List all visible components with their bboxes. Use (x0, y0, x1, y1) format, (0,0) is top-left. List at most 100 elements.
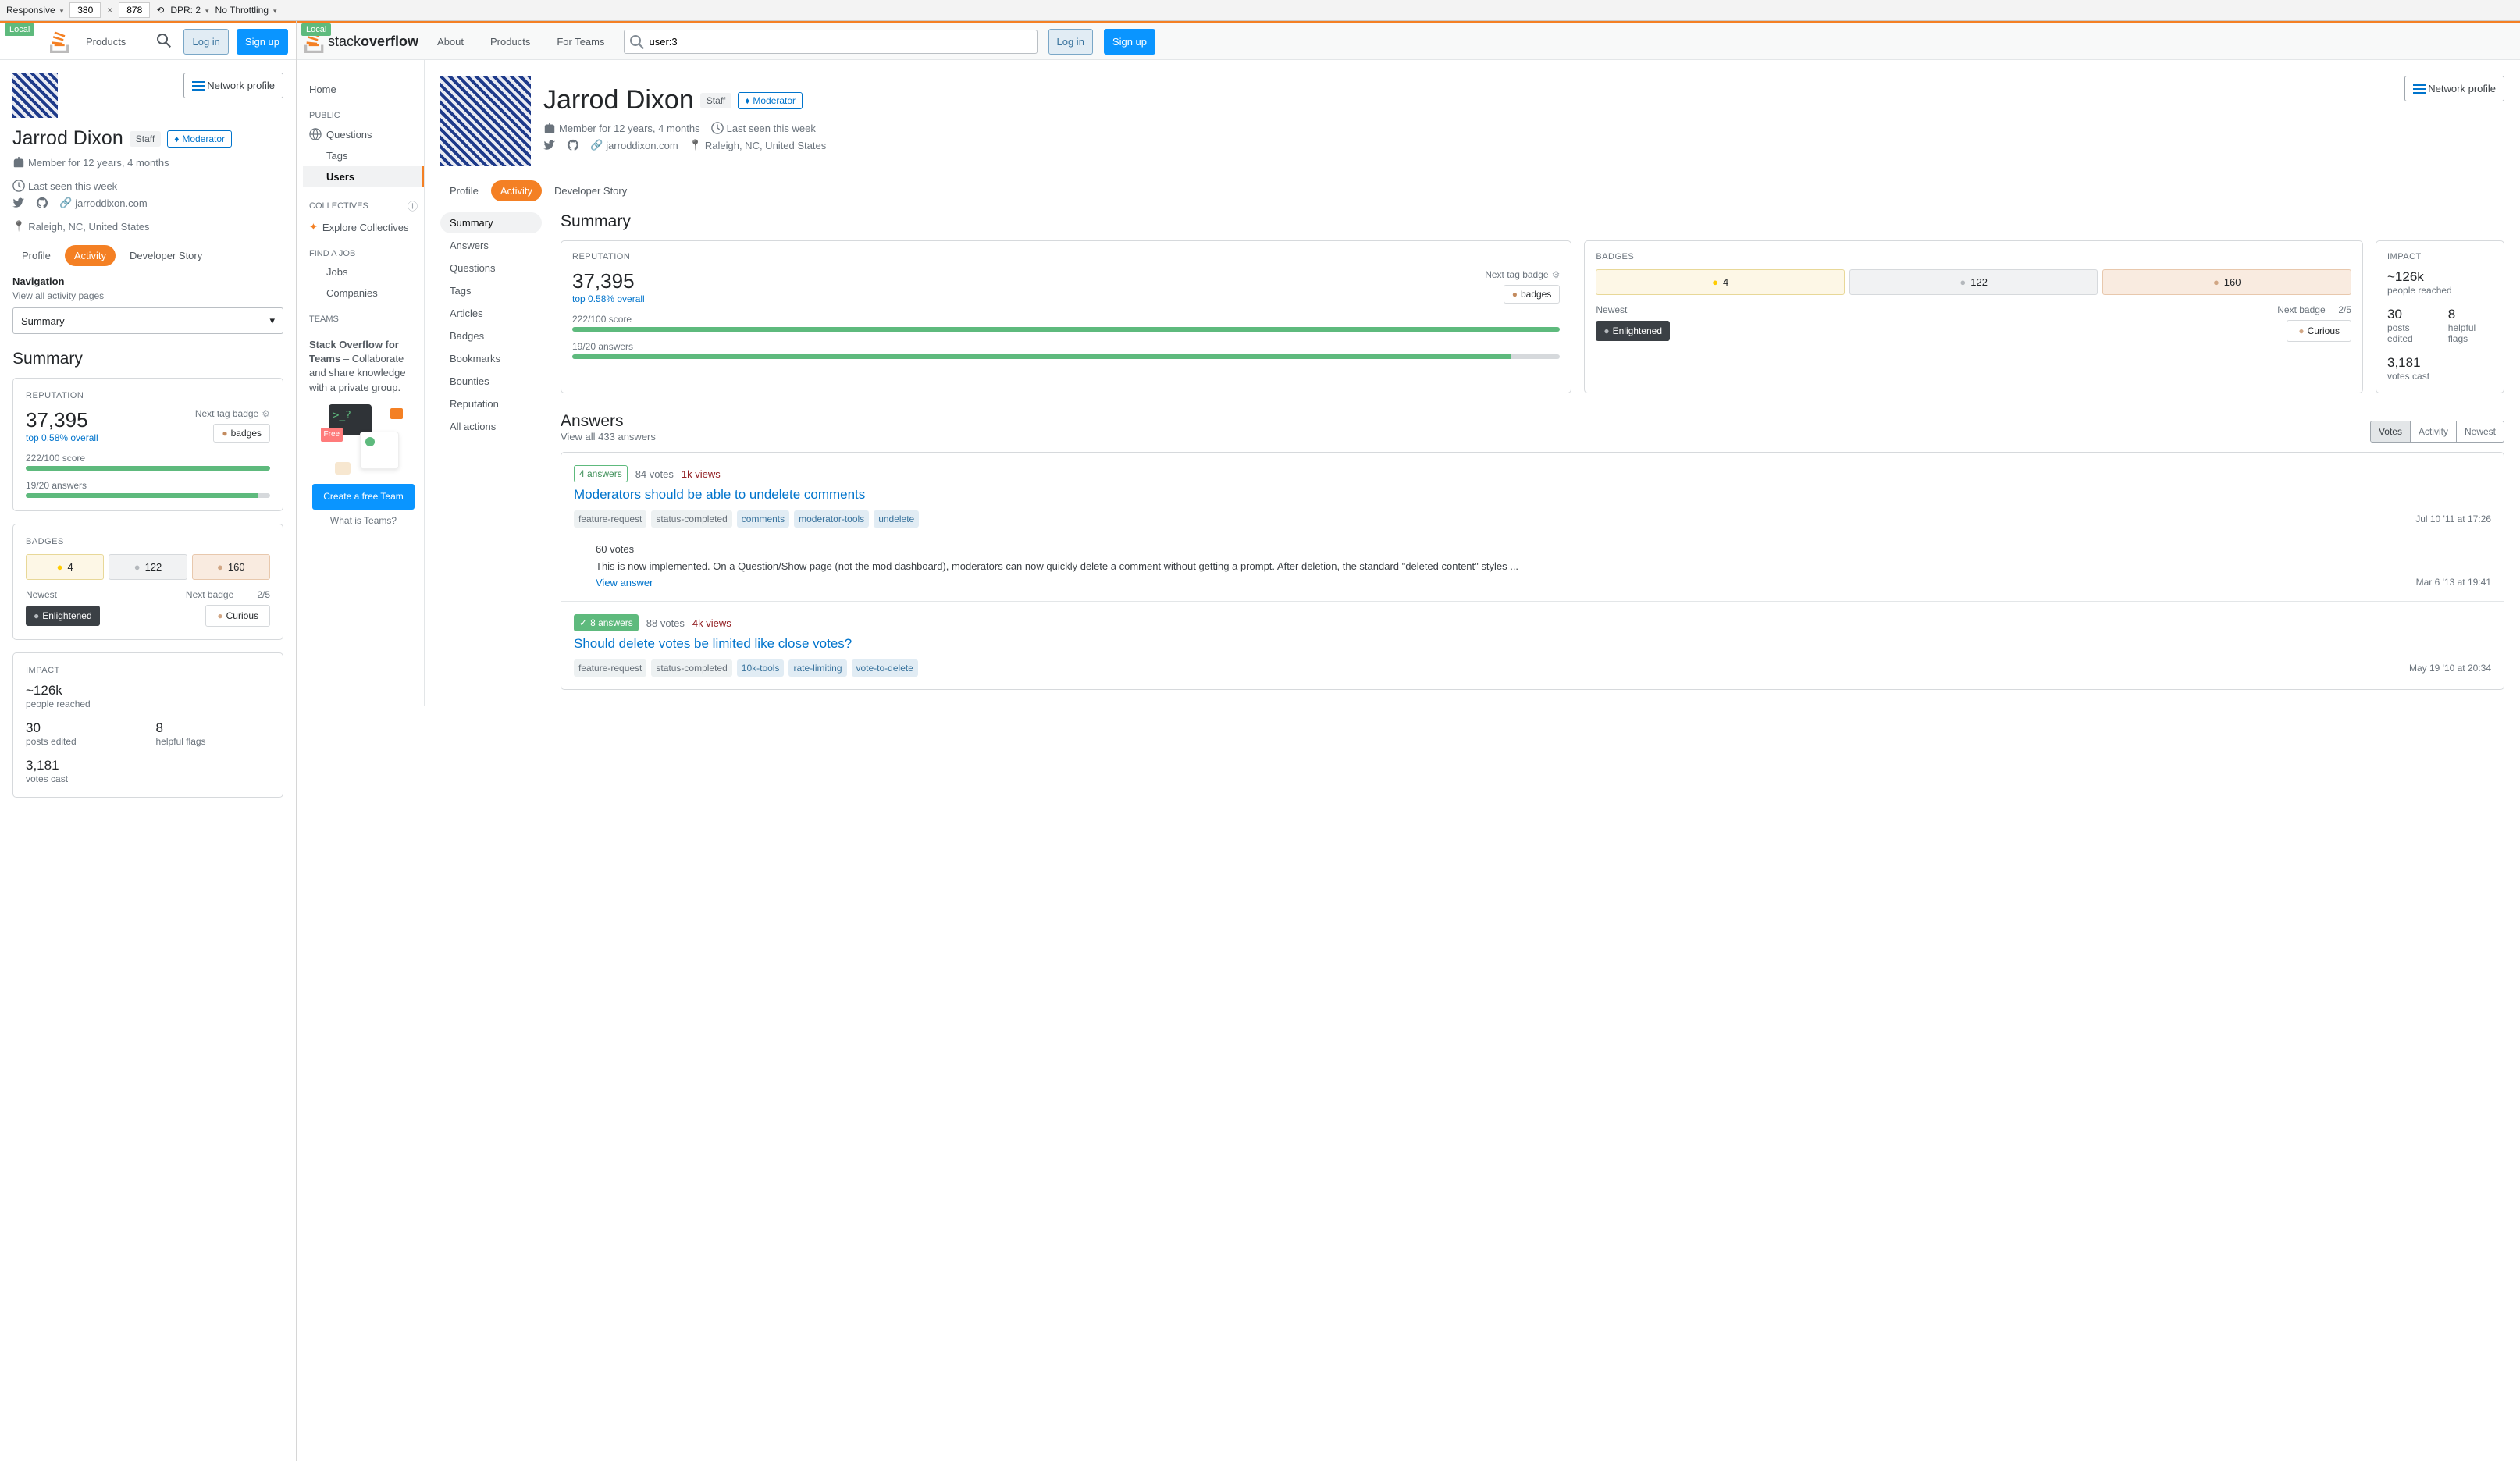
answers-filter-tabs: Votes Activity Newest (2370, 421, 2504, 443)
create-team-button[interactable]: Create a free Team (312, 484, 415, 510)
reputation-rank-link[interactable]: top 0.58% overall (572, 293, 645, 304)
tag[interactable]: vote-to-delete (852, 659, 918, 677)
activity-page-select[interactable]: Summary ▾ (12, 307, 283, 334)
search-input[interactable] (624, 30, 1038, 54)
user-avatar[interactable] (440, 76, 531, 166)
answers-heading: Answers (561, 412, 656, 431)
subnav-reputation[interactable]: Reputation (440, 393, 542, 414)
subnav-badges[interactable]: Badges (440, 325, 542, 347)
user-avatar[interactable] (12, 73, 58, 118)
signup-button[interactable]: Sign up (1104, 29, 1155, 55)
github-link[interactable] (36, 197, 48, 209)
answers-view-all-link[interactable]: View all 433 answers (561, 431, 656, 443)
login-button[interactable]: Log in (183, 29, 228, 55)
next-badge-pill[interactable]: badges (1504, 285, 1561, 304)
next-badge-pill[interactable]: badges (213, 424, 270, 443)
reputation-rank-link[interactable]: top 0.58% overall (26, 432, 98, 443)
tab-developer-story[interactable]: Developer Story (545, 180, 636, 201)
tag[interactable]: comments (737, 510, 789, 528)
next-badge[interactable]: Curious (2287, 320, 2351, 342)
tag[interactable]: rate-limiting (788, 659, 846, 677)
twitter-link[interactable] (12, 197, 25, 209)
view-answer-link[interactable]: View answer (596, 577, 653, 588)
what-is-teams-link[interactable]: What is Teams? (309, 514, 418, 528)
stackoverflow-logo-icon[interactable] (50, 30, 70, 53)
search-icon[interactable] (152, 29, 176, 55)
rotate-icon[interactable]: ⟲ (156, 5, 164, 16)
tab-activity[interactable]: Activity (491, 180, 542, 201)
login-button[interactable]: Log in (1048, 29, 1093, 55)
gold-badges[interactable]: 4 (26, 554, 104, 580)
sidebar-companies[interactable]: Companies (303, 283, 424, 304)
search-icon (630, 35, 644, 49)
tag[interactable]: feature-request (574, 510, 646, 528)
answer-views: 1k views (682, 468, 721, 480)
gold-badges[interactable]: 4 (1596, 269, 1845, 295)
info-icon[interactable] (408, 198, 418, 213)
newest-badge[interactable]: Enlightened (1596, 321, 1670, 341)
bronze-badges[interactable]: 160 (192, 554, 270, 580)
score-progress: 222/100 score (26, 453, 270, 471)
twitter-link[interactable] (543, 139, 556, 151)
sidebar-users[interactable]: Users (303, 166, 424, 187)
tag[interactable]: feature-request (574, 659, 646, 677)
about-link[interactable]: About (429, 31, 472, 52)
tag[interactable]: status-completed (651, 510, 731, 528)
next-badge[interactable]: Curious (205, 605, 270, 627)
sidebar-questions[interactable]: Questions (303, 123, 424, 145)
excerpt-body: This is now implemented. On a Question/S… (596, 560, 2491, 574)
subnav-tags[interactable]: Tags (440, 280, 542, 301)
viewport-height-input[interactable] (119, 2, 150, 18)
answer-votes: 84 votes (635, 468, 674, 480)
tag[interactable]: status-completed (651, 659, 731, 677)
sidebar-home[interactable]: Home (303, 79, 424, 100)
products-link[interactable]: Products (78, 31, 133, 52)
location: Raleigh, NC, United States (689, 139, 827, 151)
products-link[interactable]: Products (482, 31, 538, 52)
tab-activity[interactable]: Activity (65, 245, 116, 266)
filter-votes[interactable]: Votes (2371, 421, 2410, 442)
people-reached: ~126k (2387, 269, 2493, 285)
subnav-all-actions[interactable]: All actions (440, 416, 542, 437)
sidebar-jobs[interactable]: Jobs (303, 261, 424, 283)
signup-button[interactable]: Sign up (237, 29, 288, 55)
silver-badges[interactable]: 122 (1849, 269, 2098, 295)
throttling-select[interactable]: No Throttling (215, 5, 277, 16)
subnav-questions[interactable]: Questions (440, 258, 542, 279)
filter-newest[interactable]: Newest (2456, 421, 2504, 442)
subnav-articles[interactable]: Articles (440, 303, 542, 324)
subnav-summary[interactable]: Summary (440, 212, 542, 233)
sidebar-explore-collectives[interactable]: Explore Collectives (303, 216, 424, 238)
gear-icon[interactable] (1552, 269, 1561, 280)
silver-badges[interactable]: 122 (109, 554, 187, 580)
viewport-width-input[interactable] (69, 2, 101, 18)
network-profile-button[interactable]: Network profile (183, 73, 283, 98)
sidebar-tags[interactable]: Tags (303, 145, 424, 166)
tab-profile[interactable]: Profile (440, 180, 488, 201)
tag[interactable]: 10k-tools (737, 659, 785, 677)
subnav-bookmarks[interactable]: Bookmarks (440, 348, 542, 369)
responsive-mode-select[interactable]: Responsive (6, 5, 63, 16)
for-teams-link[interactable]: For Teams (549, 31, 612, 52)
dpr-select[interactable]: DPR: 2 (170, 5, 208, 16)
globe-icon (309, 128, 322, 140)
website-link[interactable]: jarroddixon.com (59, 197, 148, 209)
network-profile-button[interactable]: Network profile (2404, 76, 2504, 101)
clock-icon (711, 122, 724, 134)
tag[interactable]: moderator-tools (794, 510, 869, 528)
filter-activity[interactable]: Activity (2410, 421, 2456, 442)
tab-profile[interactable]: Profile (12, 245, 60, 266)
subnav-answers[interactable]: Answers (440, 235, 542, 256)
answer-title-link[interactable]: Moderators should be able to undelete co… (574, 487, 2491, 503)
website-link[interactable]: jarroddixon.com (590, 139, 678, 151)
tag[interactable]: undelete (874, 510, 919, 528)
gear-icon[interactable] (262, 408, 270, 419)
subnav-bounties[interactable]: Bounties (440, 371, 542, 392)
tab-developer-story[interactable]: Developer Story (120, 245, 212, 266)
bronze-badges[interactable]: 160 (2102, 269, 2351, 295)
next-tag-badge-label: Next tag badge (1485, 269, 1560, 280)
github-link[interactable] (567, 139, 579, 151)
newest-badge[interactable]: Enlightened (26, 606, 100, 626)
desktop-header: stackoverflow About Products For Teams L… (297, 23, 2520, 60)
answer-title-link[interactable]: Should delete votes be limited like clos… (574, 636, 2491, 652)
